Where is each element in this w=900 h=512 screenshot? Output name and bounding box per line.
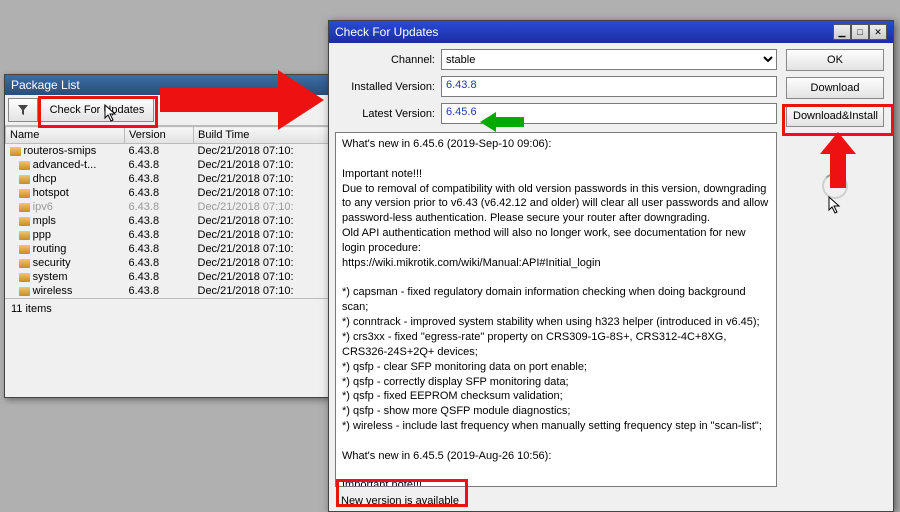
arrow-to-updates-window [160,70,330,130]
cell-version: 6.43.8 [125,186,194,200]
cell-buildtime: Dec/21/2018 07:10: [194,200,329,214]
table-row[interactable]: mpls6.43.8Dec/21/2018 07:10: [6,214,329,228]
table-row[interactable]: ppp6.43.8Dec/21/2018 07:10: [6,228,329,242]
cell-buildtime: Dec/21/2018 07:10: [194,214,329,228]
check-updates-title: Check For Updates [335,25,438,39]
cell-name: ipv6 [6,200,125,214]
check-updates-window: Check For Updates ▁ □ ✕ Channel: stable … [328,20,894,512]
installed-version-value: 6.43.8 [441,76,777,97]
channel-label: Channel: [335,54,435,66]
maximize-button[interactable]: □ [851,24,869,40]
cell-version: 6.43.8 [125,214,194,228]
cell-buildtime: Dec/21/2018 07:10: [194,228,329,242]
check-for-updates-label: Check For Updates [50,104,145,116]
cell-buildtime: Dec/21/2018 07:10: [194,158,329,172]
window-buttons: ▁ □ ✕ [833,24,887,40]
arrow-latest-version [480,112,524,135]
table-row[interactable]: wireless6.43.8Dec/21/2018 07:10: [6,284,329,298]
changelog-textarea[interactable]: What's new in 6.45.6 (2019-Sep-10 09:06)… [335,132,777,487]
cell-name: routeros-smips [6,144,125,159]
cell-version: 6.43.8 [125,284,194,298]
table-row[interactable]: dhcp6.43.8Dec/21/2018 07:10: [6,172,329,186]
cell-buildtime: Dec/21/2018 07:10: [194,256,329,270]
download-install-button[interactable]: Download&Install [786,105,884,127]
package-table: Name Version Build Time routeros-smips6.… [5,126,329,298]
cell-buildtime: Dec/21/2018 07:10: [194,144,329,159]
package-icon [19,287,30,296]
package-list-status: 11 items [5,298,329,319]
package-icon [19,231,30,240]
table-row[interactable]: ipv66.43.8Dec/21/2018 07:10: [6,200,329,214]
download-button[interactable]: Download [786,77,884,99]
funnel-icon [18,105,28,115]
ok-button[interactable]: OK [786,49,884,71]
cell-version: 6.43.8 [125,172,194,186]
channel-select[interactable]: stable [441,49,777,70]
table-row[interactable]: routing6.43.8Dec/21/2018 07:10: [6,242,329,256]
cell-name: security [6,256,125,270]
close-button[interactable]: ✕ [869,24,887,40]
cell-version: 6.43.8 [125,228,194,242]
cell-version: 6.43.8 [125,242,194,256]
table-row[interactable]: routeros-smips6.43.8Dec/21/2018 07:10: [6,144,329,159]
cell-version: 6.43.8 [125,270,194,284]
package-icon [19,259,30,268]
installed-version-label: Installed Version: [335,81,435,93]
cell-name: ppp [6,228,125,242]
cell-version: 6.43.8 [125,256,194,270]
cell-name: advanced-t... [6,158,125,172]
cell-buildtime: Dec/21/2018 07:10: [194,242,329,256]
cell-buildtime: Dec/21/2018 07:10: [194,270,329,284]
package-icon [19,161,30,170]
package-icon [19,245,30,254]
latest-version-label: Latest Version: [335,108,435,120]
cell-version: 6.43.8 [125,200,194,214]
package-icon [19,189,30,198]
cell-name: hotspot [6,186,125,200]
table-row[interactable]: security6.43.8Dec/21/2018 07:10: [6,256,329,270]
table-row[interactable]: advanced-t...6.43.8Dec/21/2018 07:10: [6,158,329,172]
minimize-button[interactable]: ▁ [833,24,851,40]
table-row[interactable]: system6.43.8Dec/21/2018 07:10: [6,270,329,284]
package-icon [10,147,21,156]
table-row[interactable]: hotspot6.43.8Dec/21/2018 07:10: [6,186,329,200]
cell-name: routing [6,242,125,256]
check-updates-titlebar[interactable]: Check For Updates ▁ □ ✕ [329,21,893,43]
cell-name: mpls [6,214,125,228]
check-for-updates-button[interactable]: Check For Updates [40,98,154,122]
cell-name: dhcp [6,172,125,186]
col-name[interactable]: Name [6,127,125,144]
cell-name: system [6,270,125,284]
update-status: New version is available [335,491,777,511]
cell-buildtime: Dec/21/2018 07:10: [194,284,329,298]
cell-version: 6.43.8 [125,158,194,172]
cell-buildtime: Dec/21/2018 07:10: [194,172,329,186]
cell-buildtime: Dec/21/2018 07:10: [194,186,329,200]
package-icon [19,217,30,226]
package-list-title: Package List [11,78,80,92]
package-icon [19,203,30,212]
cell-version: 6.43.8 [125,144,194,159]
filter-button[interactable] [8,98,38,122]
package-icon [19,273,30,282]
cell-name: wireless [6,284,125,298]
arrow-to-download-install [820,132,856,191]
package-icon [19,175,30,184]
